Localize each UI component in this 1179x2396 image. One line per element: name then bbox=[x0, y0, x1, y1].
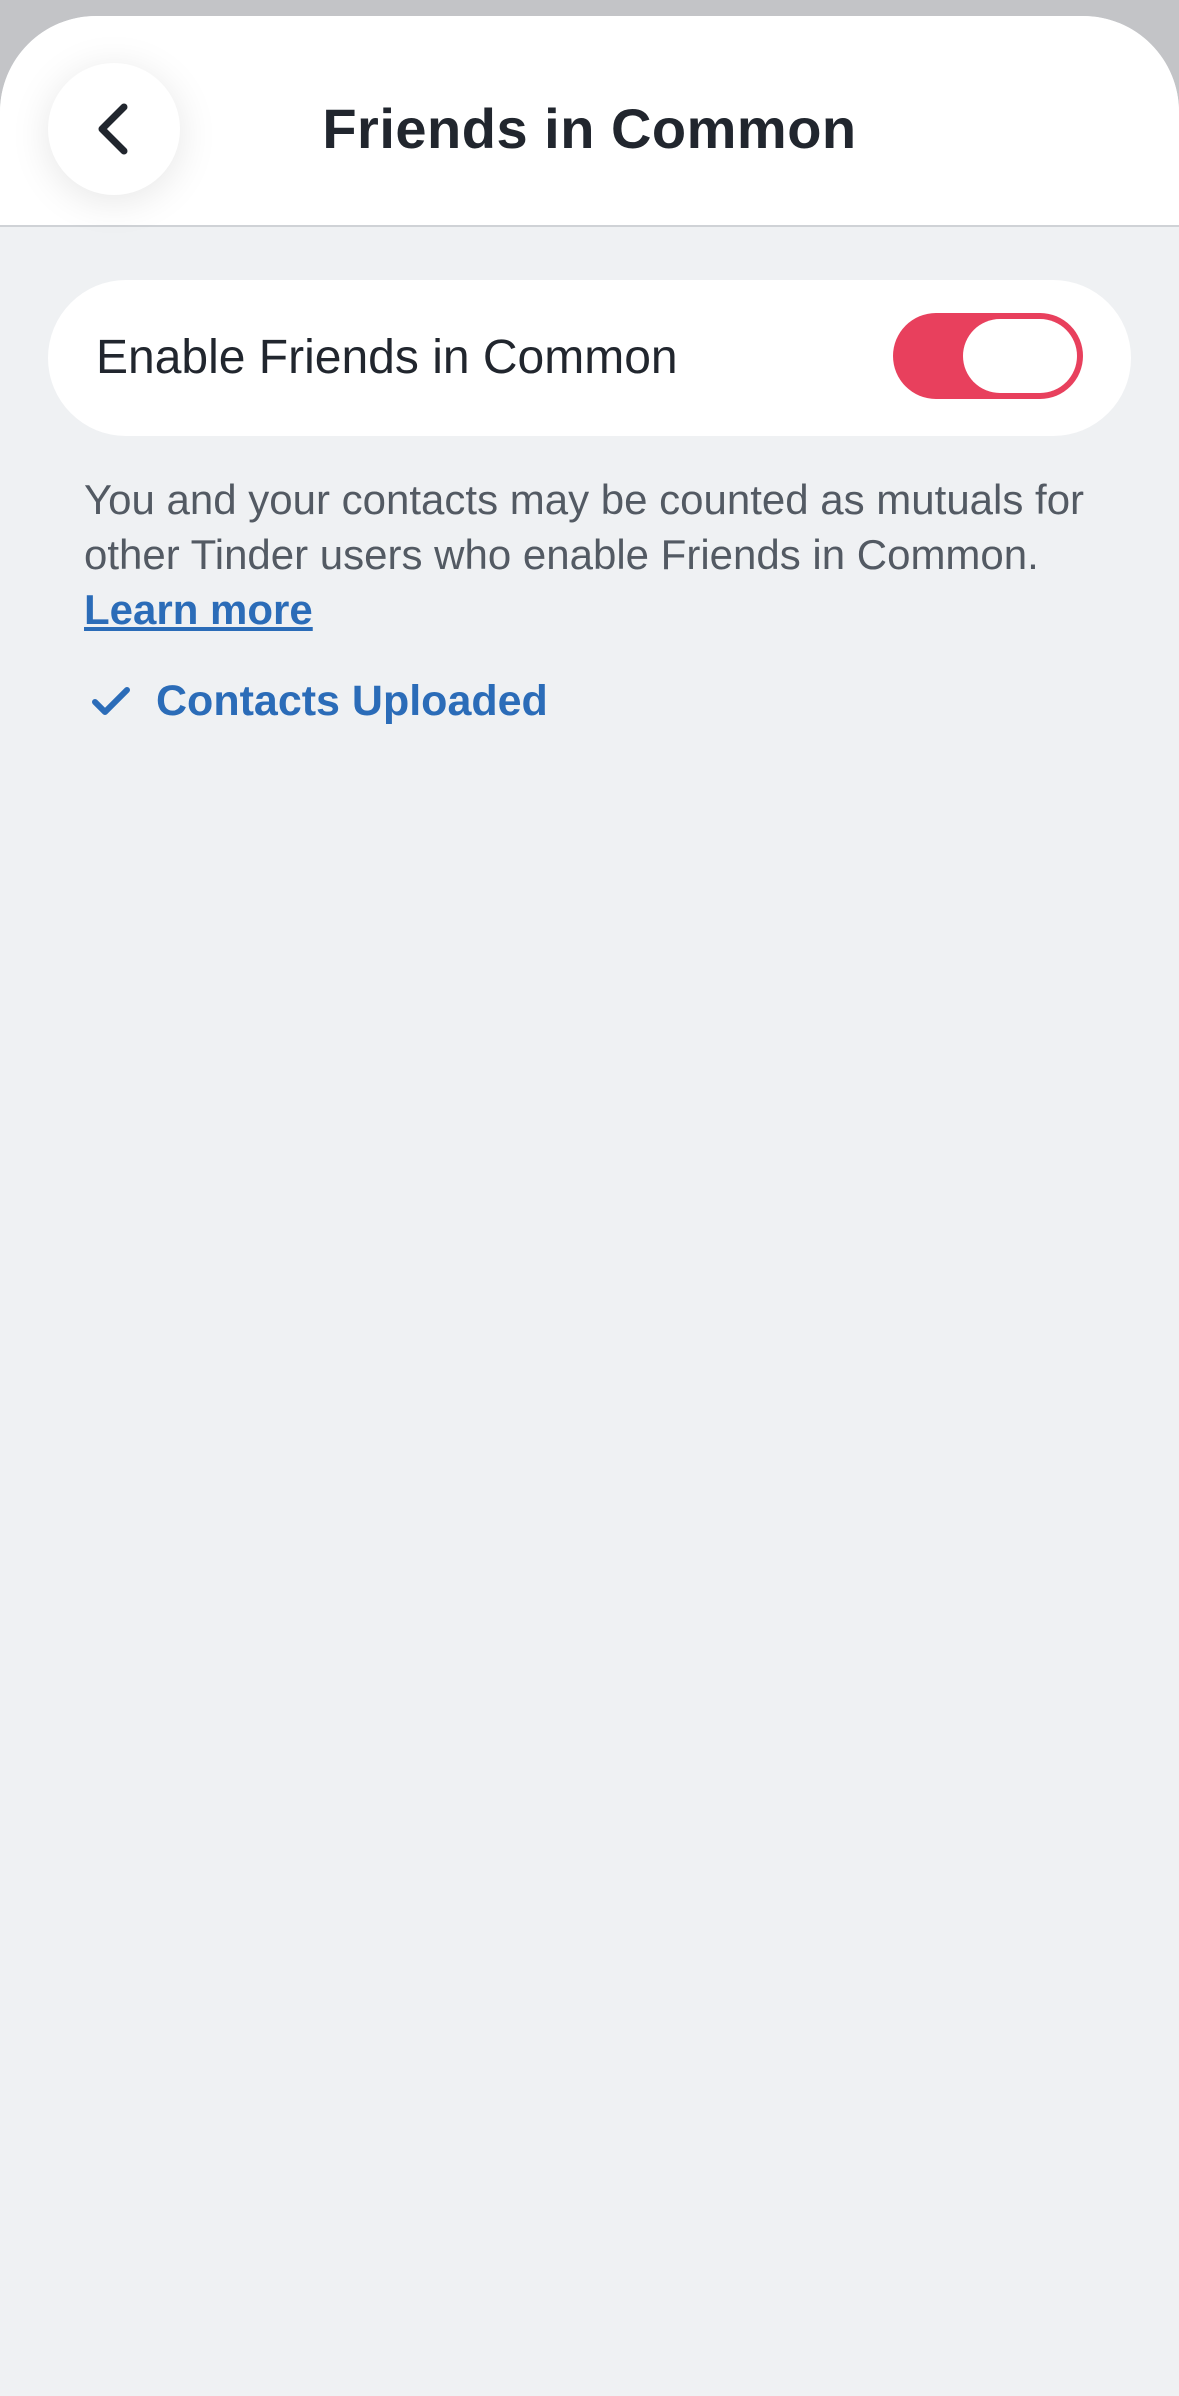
enable-friends-toggle[interactable] bbox=[893, 313, 1083, 399]
toggle-label: Enable Friends in Common bbox=[96, 331, 678, 384]
header: Friends in Common bbox=[0, 16, 1179, 227]
contacts-uploaded-label: Contacts Uploaded bbox=[156, 676, 548, 725]
contacts-uploaded-status: Contacts Uploaded bbox=[90, 666, 548, 736]
description-body: You and your contacts may be counted as … bbox=[84, 476, 1085, 578]
back-button[interactable] bbox=[48, 63, 180, 195]
enable-friends-card: Enable Friends in Common bbox=[48, 280, 1131, 436]
modal-sheet: Friends in Common Enable Friends in Comm… bbox=[0, 16, 1179, 2396]
description-text: You and your contacts may be counted as … bbox=[84, 472, 1124, 637]
toggle-knob bbox=[963, 319, 1077, 393]
chevron-left-icon bbox=[98, 103, 128, 155]
checkmark-icon bbox=[90, 680, 132, 722]
learn-more-link[interactable]: Learn more bbox=[84, 586, 313, 633]
